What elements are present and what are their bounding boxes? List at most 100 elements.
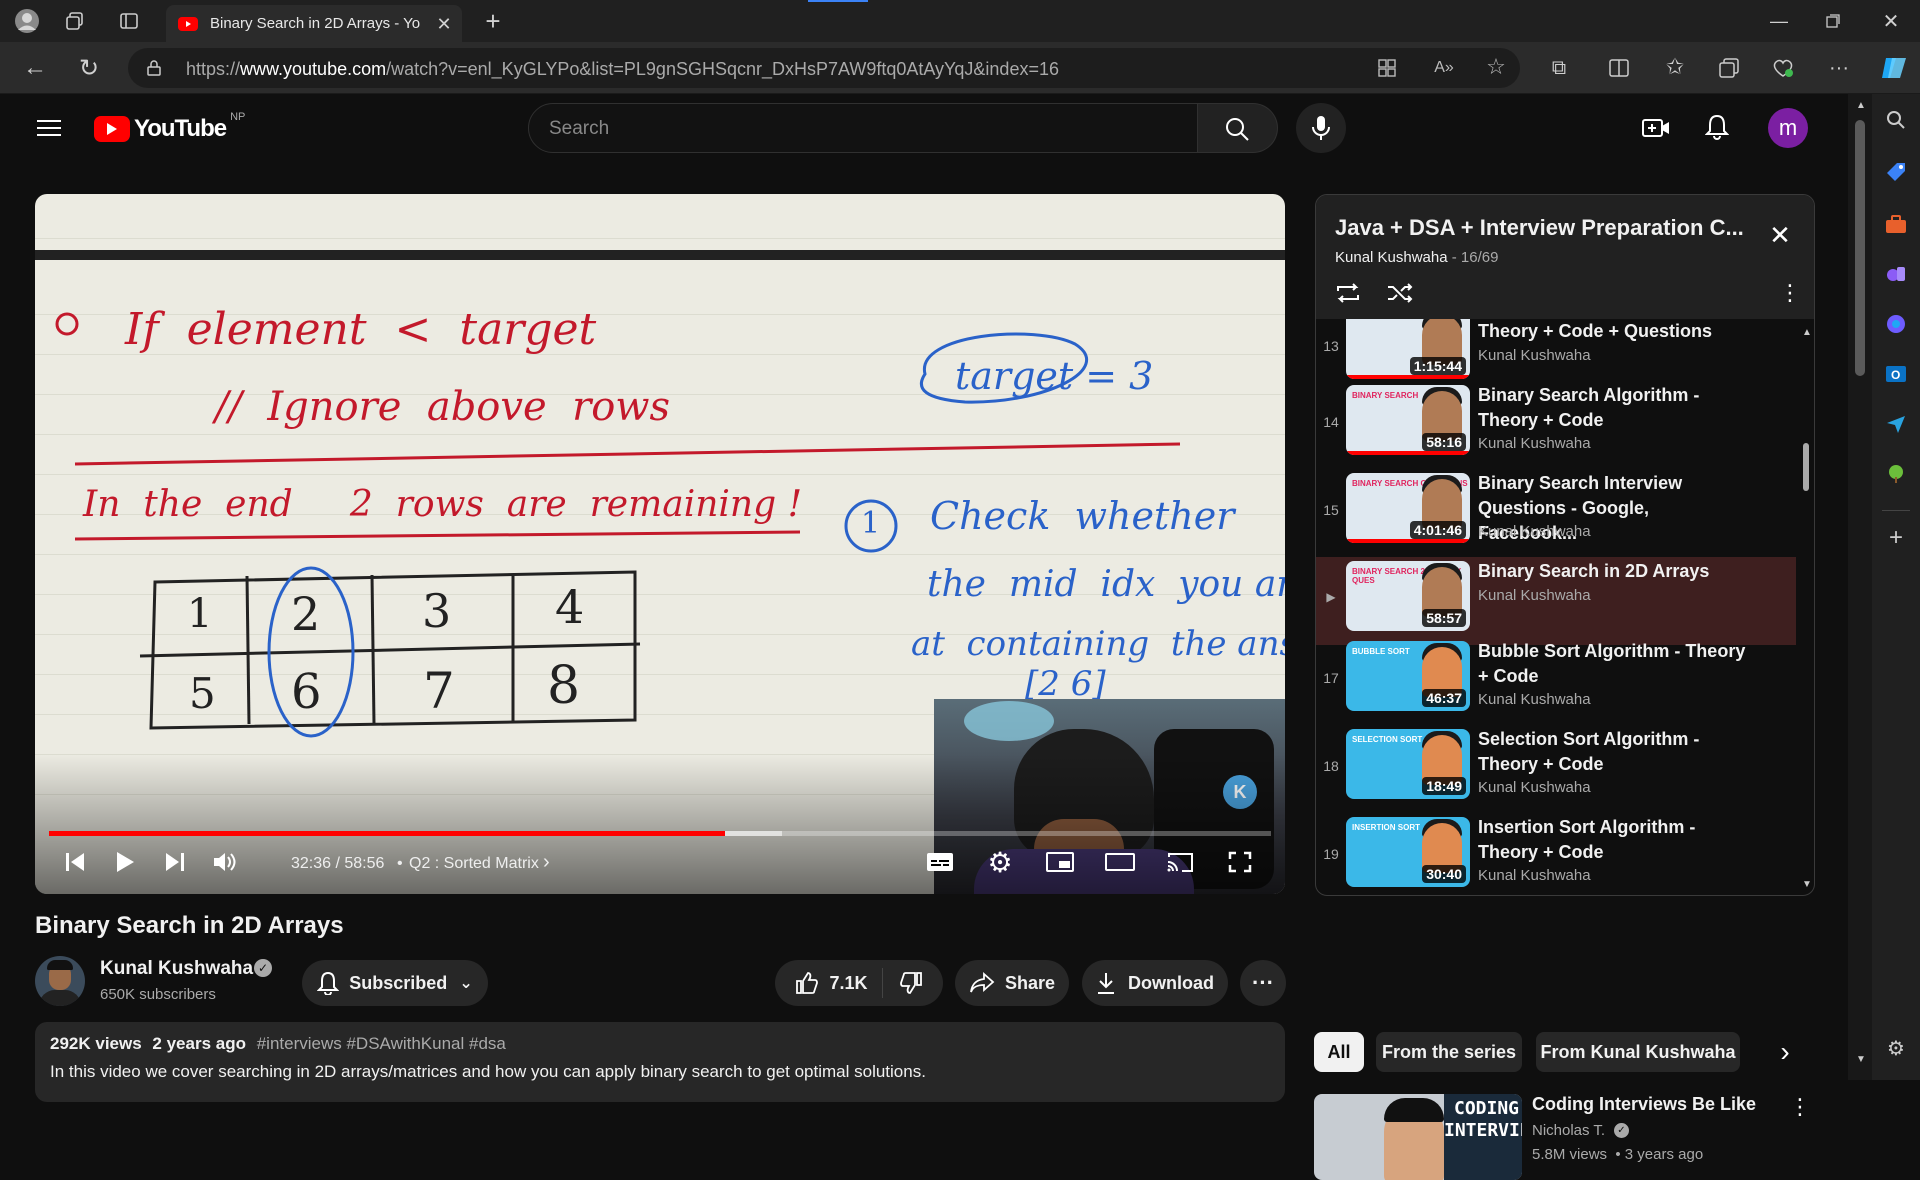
browser-essentials-icon[interactable] <box>1770 55 1796 81</box>
scroll-up-icon[interactable]: ▲ <box>1856 100 1866 111</box>
minimize-icon[interactable]: — <box>1764 8 1794 34</box>
item-channel: Kunal Kushwaha <box>1478 691 1591 708</box>
recommended-thumbnail[interactable]: CODING INTERVIEW <box>1314 1094 1522 1180</box>
shuffle-icon[interactable] <box>1384 279 1416 307</box>
play-icon[interactable] <box>105 842 145 882</box>
settings-gear-icon[interactable]: ⚙ <box>980 842 1020 882</box>
sidebar-shopping-icon[interactable] <box>1882 158 1910 186</box>
sidebar-copilot-icon[interactable] <box>1882 310 1910 338</box>
loop-icon[interactable] <box>1332 279 1364 307</box>
list-item[interactable]: 19 INSERTION SORT 30:40 Insertion Sort A… <box>1316 813 1796 895</box>
sidebar-tools-icon[interactable] <box>1882 210 1910 238</box>
lock-icon[interactable] <box>144 58 164 78</box>
new-tab-icon[interactable]: + <box>478 6 508 36</box>
voice-search-button[interactable] <box>1296 103 1346 153</box>
scroll-down-icon[interactable]: ▼ <box>1856 1054 1866 1065</box>
chip-from-channel[interactable]: From Kunal Kushwaha <box>1536 1032 1740 1072</box>
cast-icon[interactable] <box>1160 842 1200 882</box>
subtitles-icon[interactable] <box>920 842 960 882</box>
item-channel: Kunal Kushwaha <box>1478 347 1591 364</box>
list-item[interactable]: 18 SELECTION SORT 18:49 Selection Sort A… <box>1316 725 1796 813</box>
page-scrollbar[interactable]: ▲ ▼ <box>1848 94 1872 1080</box>
refresh-icon[interactable]: ↻ <box>74 53 104 83</box>
collections-icon[interactable] <box>1716 55 1742 81</box>
sidebar-search-icon[interactable] <box>1882 106 1910 134</box>
recommended-menu-icon[interactable]: ⋮ <box>1788 1092 1812 1122</box>
chip-from-series[interactable]: From the series <box>1376 1032 1522 1072</box>
playlist-title[interactable]: Java + DSA + Interview Preparation C... <box>1335 215 1755 241</box>
tab-youtube[interactable]: Binary Search in 2D Arrays - YouT ✕ <box>166 5 462 42</box>
sidebar-games-icon[interactable] <box>1882 260 1910 288</box>
playlist-owner[interactable]: Kunal Kushwaha <box>1335 249 1448 266</box>
extensions-icon[interactable]: ⧉ <box>1546 55 1572 81</box>
sidebar-settings-gear-icon[interactable]: ⚙ <box>1882 1034 1910 1062</box>
list-item[interactable]: 14 BINARY SEARCH 58:16 Binary Search Alg… <box>1316 381 1796 469</box>
channel-name[interactable]: Kunal Kushwaha <box>100 958 253 980</box>
sidebar-tree-icon[interactable] <box>1882 460 1910 488</box>
maximize-icon[interactable] <box>1818 8 1848 34</box>
channel-avatar[interactable] <box>35 956 85 1006</box>
app-available-icon[interactable] <box>1376 57 1398 79</box>
url-path: /watch?v=enl_KyGLYPo&list=PL9gnSGHSqcnr_… <box>386 59 1059 79</box>
favorites-icon[interactable]: ✩ <box>1662 54 1688 80</box>
more-menu-icon[interactable]: ··· <box>1826 55 1852 81</box>
progress-bar[interactable] <box>49 831 1271 836</box>
video-thumbnail: BINARY SEARCH QUESTIONS 4:01:46 <box>1346 473 1470 543</box>
youtube-logo[interactable]: YouTube NP <box>94 111 245 144</box>
scroll-up-icon[interactable]: ▲ <box>1802 327 1812 339</box>
window-close-icon[interactable]: ✕ <box>1876 8 1906 34</box>
tab-strip-indicator <box>808 0 868 2</box>
url-text[interactable]: https://www.youtube.com/watch?v=enl_KyGL… <box>186 59 1059 80</box>
volume-icon[interactable] <box>205 842 245 882</box>
recommended-title[interactable]: Coding Interviews Be Like <box>1532 1094 1756 1115</box>
share-button[interactable]: Share <box>955 960 1069 1006</box>
thumbs-down-icon <box>899 972 922 994</box>
list-item-current[interactable]: ▶ BINARY SEARCH 2D-ARRAY QUES 58:57 Bina… <box>1316 557 1796 645</box>
sidebar-send-icon[interactable] <box>1882 410 1910 438</box>
menu-icon[interactable] <box>34 114 64 142</box>
read-aloud-icon[interactable]: A» <box>1432 57 1456 79</box>
workspaces-icon[interactable] <box>62 8 88 34</box>
tab-close-icon[interactable]: ✕ <box>434 14 454 34</box>
description-box[interactable]: 292K views 2 years ago #interviews #DSAw… <box>35 1022 1285 1102</box>
download-button[interactable]: Download <box>1082 960 1228 1006</box>
matrix-cell: 8 <box>547 656 581 716</box>
page-scrollbar-thumb[interactable] <box>1855 120 1865 376</box>
close-icon[interactable]: ✕ <box>1764 219 1796 251</box>
next-icon[interactable] <box>155 842 195 882</box>
sidebar-add-icon[interactable]: + <box>1882 524 1910 552</box>
video-player[interactable]: If element < target // Ignore above rows… <box>35 194 1285 894</box>
list-item[interactable]: 17 BUBBLE SORT 46:37 Bubble Sort Algorit… <box>1316 637 1796 725</box>
scroll-down-icon[interactable]: ▼ <box>1802 879 1812 891</box>
more-actions-icon[interactable]: ··· <box>1240 960 1286 1006</box>
previous-icon[interactable] <box>55 842 95 882</box>
profile-icon[interactable] <box>12 6 42 36</box>
dislike-button[interactable] <box>883 971 923 995</box>
sidebar-outlook-icon[interactable]: O <box>1882 360 1910 388</box>
favorite-star-icon[interactable]: ☆ <box>1484 54 1508 79</box>
fullscreen-icon[interactable] <box>1220 842 1260 882</box>
copilot-icon[interactable] <box>1878 52 1910 84</box>
playlist-scrollbar-thumb[interactable] <box>1803 443 1809 491</box>
playlist-menu-icon[interactable]: ⋮ <box>1778 279 1802 307</box>
like-button[interactable]: 7.1K <box>795 968 883 998</box>
search-input[interactable]: Search <box>528 103 1198 153</box>
list-item[interactable]: 15 BINARY SEARCH QUESTIONS 4:01:46 Binar… <box>1316 469 1796 557</box>
chip-all[interactable]: All <box>1314 1032 1364 1072</box>
chapter-title[interactable]: Q2 : Sorted Matrix <box>409 855 539 873</box>
hashtags[interactable]: #interviews #DSAwithKunal #dsa <box>257 1034 506 1053</box>
split-screen-icon[interactable] <box>1606 55 1632 81</box>
search-button[interactable] <box>1198 103 1278 153</box>
chips-next-icon[interactable]: › <box>1770 1032 1800 1072</box>
notifications-bell-icon[interactable] <box>1702 112 1732 142</box>
miniplayer-icon[interactable] <box>1040 842 1080 882</box>
chapter-chevron-icon[interactable]: › <box>543 851 550 874</box>
recommended-channel[interactable]: Nicholas T. <box>1532 1122 1605 1139</box>
subscribed-button[interactable]: Subscribed ⌄ <box>302 960 488 1006</box>
tab-actions-icon[interactable] <box>116 8 142 34</box>
create-video-icon[interactable] <box>1640 114 1672 142</box>
back-icon[interactable]: ← <box>20 53 50 83</box>
address-bar[interactable]: https://www.youtube.com/watch?v=enl_KyGL… <box>128 48 1520 88</box>
avatar[interactable]: m <box>1768 108 1808 148</box>
theater-mode-icon[interactable] <box>1100 842 1140 882</box>
